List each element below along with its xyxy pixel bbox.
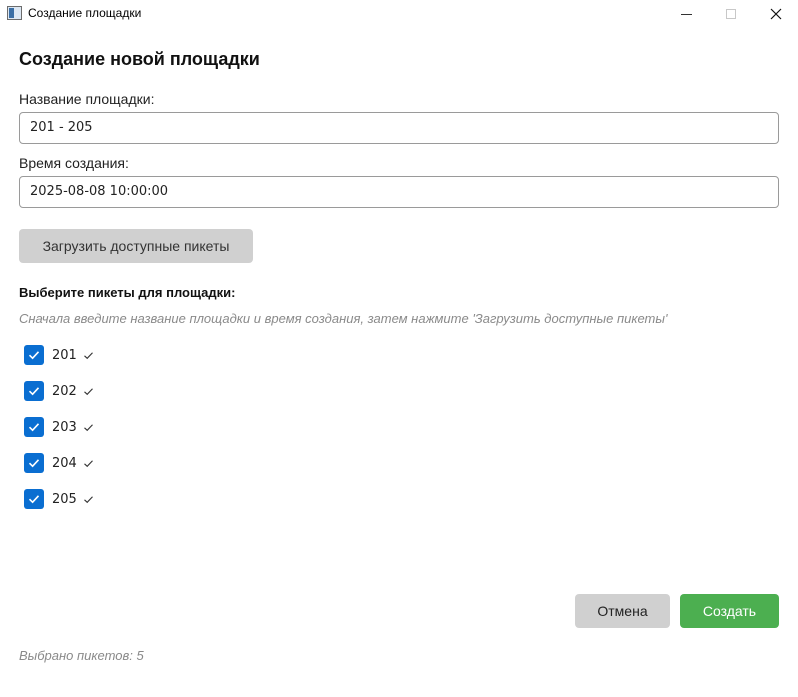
app-icon [7,6,22,20]
picket-checkbox[interactable] [24,417,44,437]
picket-checkbox[interactable] [24,345,44,365]
maximize-button[interactable] [708,0,754,28]
check-tick-icon [83,495,93,503]
picket-item-202[interactable]: 202 [24,381,94,401]
site-name-label: Название площадки: [19,91,155,107]
picket-item-203[interactable]: 203 [24,417,94,437]
site-name-input[interactable]: 201 - 205 [19,112,779,144]
picket-item-204[interactable]: 204 [24,453,94,473]
picket-checkbox[interactable] [24,489,44,509]
checkmark-icon [28,351,40,360]
close-icon [770,8,782,20]
close-button[interactable] [753,0,798,28]
cancel-button[interactable]: Отмена [575,594,670,628]
picket-label: 202 [52,383,77,399]
picket-item-205[interactable]: 205 [24,489,94,509]
page-title: Создание новой площадки [19,49,260,69]
pickets-hint: Сначала введите название площадки и врем… [19,311,668,326]
create-button[interactable]: Создать [680,594,779,628]
checkmark-icon [28,495,40,504]
minimize-button[interactable] [663,0,709,28]
picket-checkbox[interactable] [24,381,44,401]
pickets-section-title: Выберите пикеты для площадки: [19,285,236,300]
check-tick-icon [83,387,93,395]
maximize-icon [726,9,736,19]
picket-label: 205 [52,491,77,507]
picket-item-201[interactable]: 201 [24,345,94,365]
picket-label: 201 [52,347,77,363]
creation-time-label: Время создания: [19,155,129,171]
picket-label: 203 [52,419,77,435]
creation-time-input[interactable]: 2025-08-08 10:00:00 [19,176,779,208]
load-pickets-button[interactable]: Загрузить доступные пикеты [19,229,253,263]
checkmark-icon [28,459,40,468]
picket-checkbox[interactable] [24,453,44,473]
title-bar[interactable]: Создание площадки [0,0,798,28]
check-tick-icon [83,351,93,359]
selected-count-status: Выбрано пикетов: 5 [19,648,144,663]
minimize-icon [680,13,692,15]
check-tick-icon [83,423,93,431]
window-title: Создание площадки [28,6,142,20]
checkmark-icon [28,423,40,432]
checkmark-icon [28,387,40,396]
create-site-window: Создание площадки Создание новой площадк… [0,0,798,697]
picket-label: 204 [52,455,77,471]
check-tick-icon [83,459,93,467]
